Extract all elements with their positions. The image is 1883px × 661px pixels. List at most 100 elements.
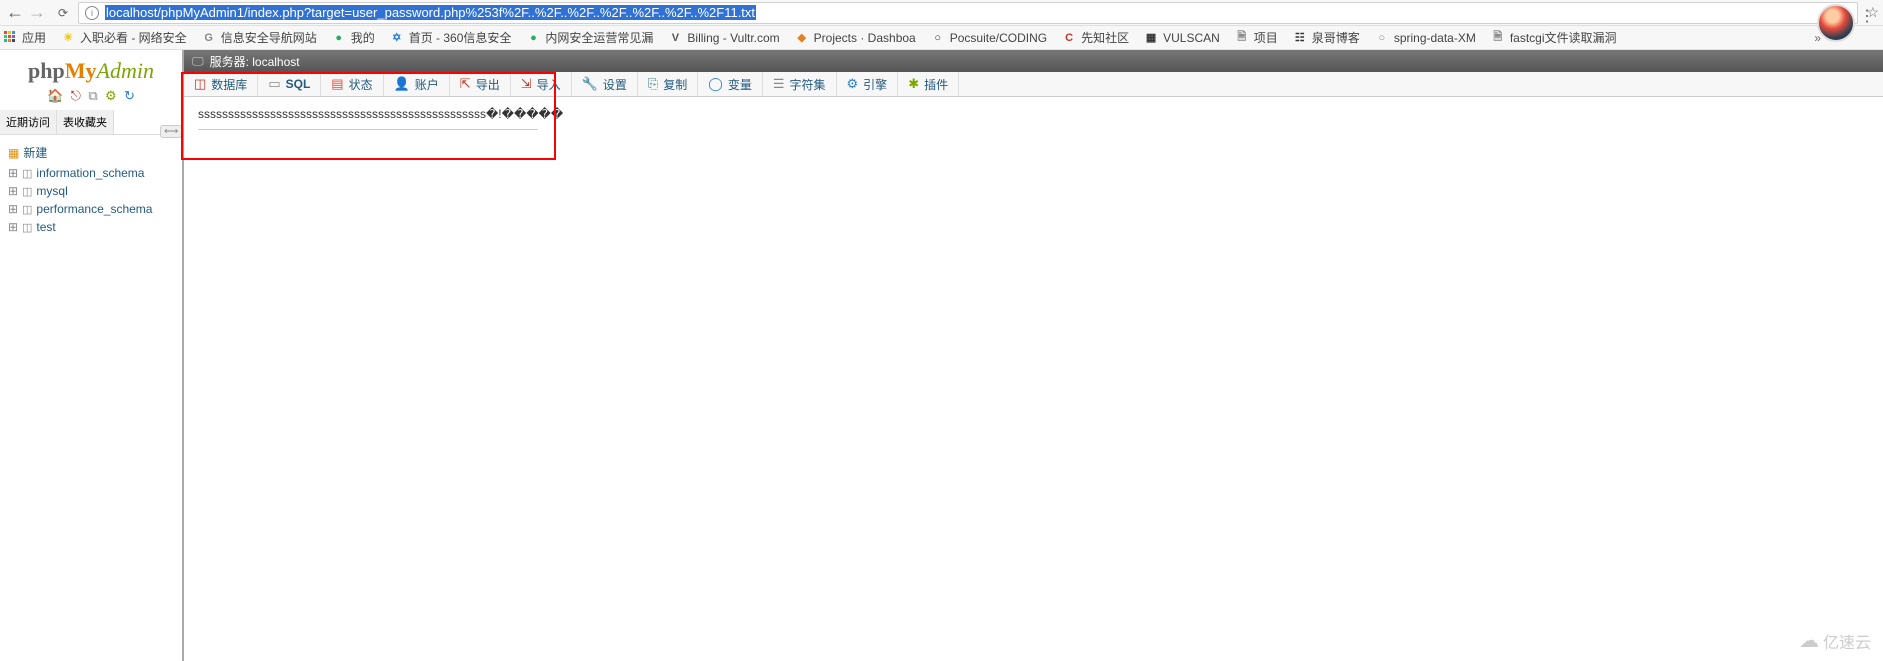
database-icon: ◫: [22, 185, 32, 198]
db-tree: ▦ 新建 ⊞◫information_schema⊞◫mysql⊞◫perfor…: [0, 135, 182, 242]
apps-button[interactable]: 应用: [4, 29, 46, 46]
main-tab[interactable]: ⇱导出: [450, 72, 511, 96]
db-label: performance_schema: [36, 202, 152, 216]
main-tab[interactable]: 🔧设置: [572, 72, 638, 96]
content-text: ssssssssssssssssssssssssssssssssssssssss…: [198, 107, 563, 121]
tab-label: SQL: [286, 77, 311, 91]
main-tab[interactable]: ◯ 变量: [698, 72, 763, 96]
bookmark-item[interactable]: ◆ Projects · Dashboa: [794, 29, 916, 46]
bookmark-item[interactable]: ○spring-data-XM: [1374, 29, 1476, 46]
tab-label: 导入: [537, 76, 561, 93]
bookmarks-bar: 应用 ☀入职必看 - 网络安全 G信息安全导航网站 ●我的 ✡首页 - 360信息安全…: [0, 26, 1883, 50]
tab-label: 引擎: [863, 76, 887, 93]
bookmark-label: spring-data-XM: [1394, 31, 1476, 45]
tab-icon: ⎘: [648, 76, 658, 92]
reload-nav-icon[interactable]: ↻: [124, 88, 135, 103]
bookmark-label: 信息安全导航网站: [221, 29, 317, 46]
tree-db-item[interactable]: ⊞ ◫ performance_schema: [4, 200, 178, 218]
apps-grid-icon: [4, 31, 18, 45]
main-content: 🖵 服务器: localhost ◫ 数据库 ▭SQL▤状态👤账户⇱导出 ⇲ 导入 🔧设置…: [184, 50, 1883, 661]
bookmark-item[interactable]: ☀入职必看 - 网络安全: [60, 29, 187, 46]
settings-icon[interactable]: ⚙: [105, 88, 117, 103]
bookmark-label: Projects · Dashboa: [814, 31, 916, 45]
tab-icon: ◯: [708, 76, 723, 92]
bookmark-item[interactable]: 🗎项目: [1234, 29, 1278, 46]
bookmark-label: VULSCAN: [1163, 31, 1220, 45]
expand-icon[interactable]: ⊞: [8, 166, 18, 180]
expand-icon[interactable]: ⊞: [8, 184, 18, 198]
bookmark-item[interactable]: ✡首页 - 360信息安全: [389, 29, 512, 46]
main-tab[interactable]: ⚙引擎: [837, 72, 899, 96]
tab-icon: ☰: [773, 76, 785, 92]
forward-button[interactable]: →: [26, 2, 48, 24]
bookmark-icon: ●: [331, 30, 347, 46]
address-bar[interactable]: i localhost/phpMyAdmin1/index.php?target…: [78, 2, 1858, 24]
database-icon: ◫: [22, 167, 32, 180]
bookmark-icon: ▦: [1143, 30, 1159, 46]
tab-label: 字符集: [790, 76, 826, 93]
tab-recent[interactable]: 近期访问: [0, 110, 57, 134]
tree-db-item[interactable]: ⊞ ◫ mysql: [4, 182, 178, 200]
tree-new-label: 新建: [23, 144, 47, 161]
server-label[interactable]: 服务器: localhost: [210, 53, 300, 70]
home-icon[interactable]: 🏠: [47, 88, 63, 103]
bookmark-item[interactable]: ☷泉哥博客: [1292, 29, 1360, 46]
main-tab[interactable]: ▤状态: [321, 72, 383, 96]
tab-icon: ✱: [908, 76, 919, 92]
bookmark-item[interactable]: ●我的: [331, 29, 375, 46]
bookmark-item[interactable]: ▦ VULSCAN: [1143, 29, 1220, 46]
bookmark-icon: ◆: [794, 30, 810, 46]
reload-button[interactable]: ⟳: [52, 2, 74, 24]
bookmark-label: 项目: [1254, 29, 1278, 46]
pma-logo[interactable]: phpMyAdmin: [0, 50, 182, 86]
tree-db-item[interactable]: ⊞◫information_schema: [4, 164, 178, 182]
bookmark-icon: ☷: [1292, 30, 1308, 46]
bookmark-item[interactable]: G信息安全导航网站: [201, 29, 317, 46]
server-icon: 🖵: [192, 54, 204, 69]
bookmark-item[interactable]: C先知社区: [1061, 29, 1129, 46]
main-tab[interactable]: ◫ 数据库: [184, 72, 258, 96]
main-tab[interactable]: ☰ 字符集: [763, 72, 837, 96]
bookmark-item[interactable]: VBilling - Vultr.com: [667, 29, 779, 46]
main-tab[interactable]: 👤账户: [384, 72, 450, 96]
main-tab[interactable]: ⇲ 导入: [511, 72, 572, 96]
sidebar-collapse-handle[interactable]: ⟷: [160, 125, 182, 138]
logo-toolbar: 🏠 ⎋ ⧉ ⚙ ↻: [0, 86, 182, 110]
main-tabs: ◫数据库▭SQL▤状态👤账户⇱导出⇲导入🔧设置⎘复制◯变量☰字符集⚙引擎✱插件: [184, 72, 1883, 97]
back-button[interactable]: ←: [4, 2, 26, 24]
new-db-icon: ▦: [8, 146, 19, 160]
main-tab[interactable]: ⎘复制: [638, 72, 698, 96]
site-info-icon[interactable]: i: [85, 6, 99, 20]
tab-label: 变量: [728, 76, 752, 93]
expand-icon[interactable]: ⊞: [8, 220, 18, 234]
tab-icon: ◫: [194, 76, 206, 92]
main-tab[interactable]: ✱插件: [898, 72, 959, 96]
main-tab[interactable]: ▭SQL: [258, 72, 321, 96]
bookmark-label: 我的: [351, 29, 375, 46]
url-text: localhost/phpMyAdmin1/index.php?target=u…: [105, 5, 756, 20]
tab-label: 数据库: [211, 76, 247, 93]
bookmark-label: 内网安全运营常见漏: [545, 29, 653, 46]
bookmark-item[interactable]: ○Pocsuite/CODING: [930, 29, 1047, 46]
bookmark-item[interactable]: ●内网安全运营常见漏: [525, 29, 653, 46]
bookmark-label: Pocsuite/CODING: [950, 31, 1047, 45]
expand-icon[interactable]: ⊞: [8, 202, 18, 216]
tree-db-item[interactable]: ⊞◫test: [4, 218, 178, 236]
database-icon: ◫: [22, 203, 32, 216]
server-breadcrumb: 🖵 服务器: localhost: [184, 50, 1883, 72]
tree-new-db[interactable]: ▦ 新建: [4, 141, 178, 164]
tab-favorites[interactable]: 表收藏夹: [57, 110, 114, 134]
bookmark-label: 先知社区: [1081, 29, 1129, 46]
db-label: mysql: [36, 184, 67, 198]
bookmark-item[interactable]: 🗎fastcgi文件读取漏洞: [1490, 29, 1617, 46]
docs-icon[interactable]: ⧉: [88, 88, 97, 103]
tab-icon: ⇲: [521, 76, 532, 92]
sidebar: phpMyAdmin 🏠 ⎋ ⧉ ⚙ ↻ 近期访问 表收藏夹 ▦ 新建 ⊞◫in…: [0, 50, 184, 661]
watermark: ☁ 亿速云: [1799, 628, 1871, 653]
tab-label: 设置: [603, 76, 627, 93]
browser-menu-icon[interactable]: ⋮: [1859, 6, 1875, 26]
tab-icon: ⚙: [847, 76, 859, 92]
profile-avatar[interactable]: [1817, 4, 1855, 42]
apps-label: 应用: [22, 29, 46, 46]
logout-icon[interactable]: ⎋: [71, 88, 81, 103]
